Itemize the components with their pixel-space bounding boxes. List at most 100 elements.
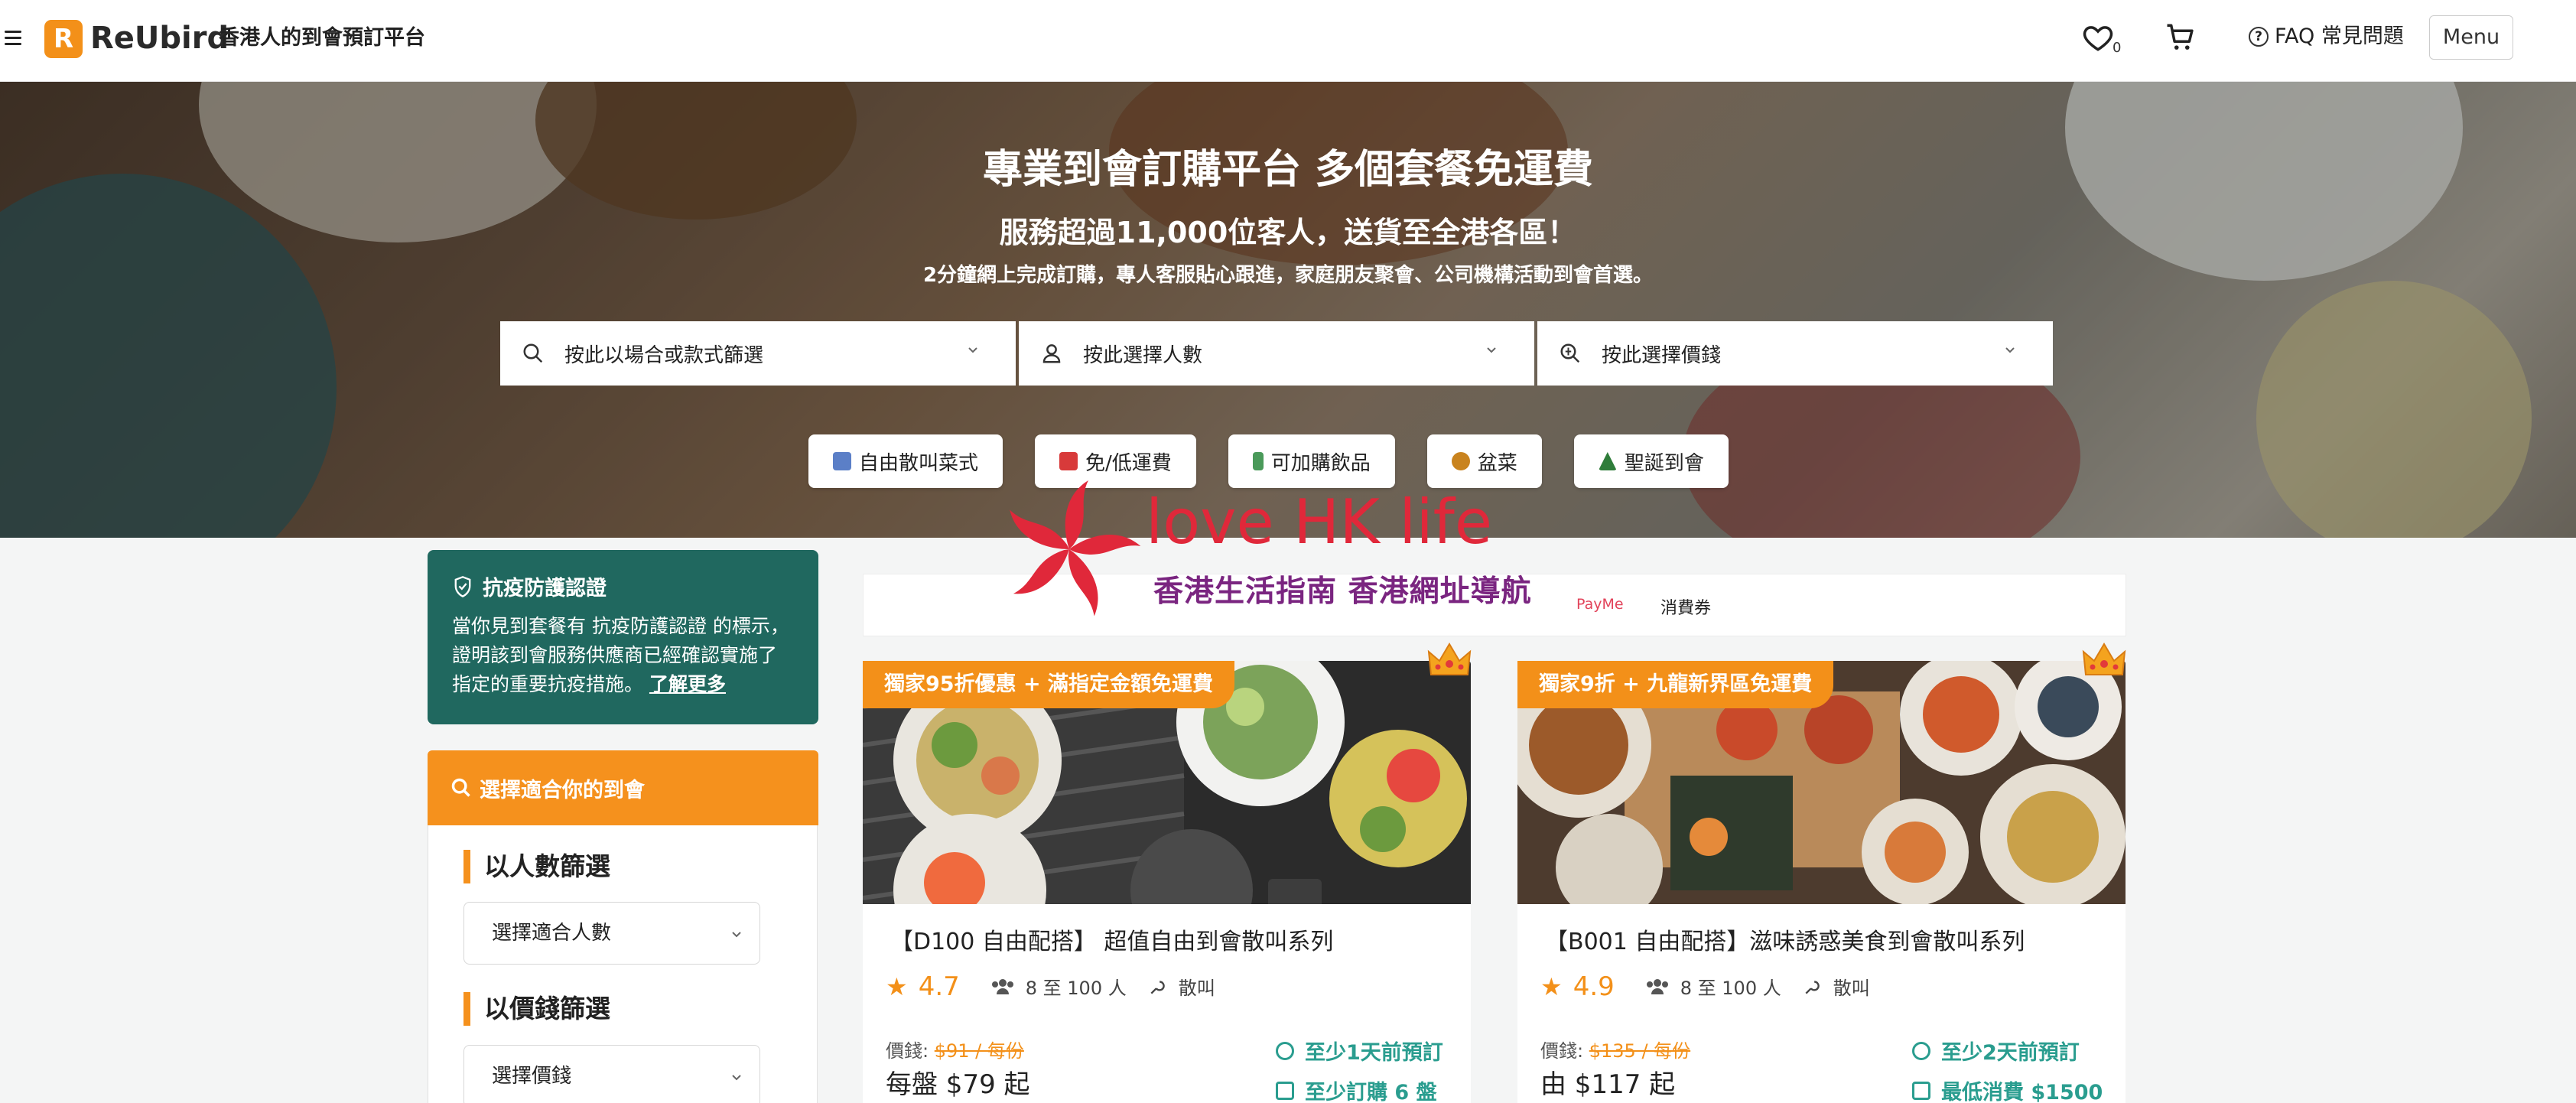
watermark-subtitle: 香港生活指南 香港網址導航 [1153, 574, 1532, 609]
chip-label: 免/低運費 [1085, 451, 1172, 475]
tree-icon [1598, 452, 1617, 470]
finder-title: 選擇適合你的到會 [480, 778, 645, 802]
logo-icon[interactable]: R [44, 20, 83, 58]
product-style: 散叫 [1178, 978, 1215, 999]
heart-icon[interactable] [2082, 21, 2114, 54]
crown-icon [1427, 643, 1472, 675]
shield-check-icon [454, 575, 471, 597]
price-select[interactable]: 選擇價錢 [463, 1045, 760, 1103]
price-section-title: 以價錢篩選 [463, 992, 610, 1026]
people-filter-dropdown[interactable]: 按此選擇人數 [1019, 321, 1534, 386]
clock-icon [1276, 1041, 1294, 1060]
product-people: 8 至 100 人 [1025, 978, 1127, 999]
watermark-title: love HK life [1146, 486, 1493, 558]
truck-icon [1059, 452, 1078, 470]
product-people: 8 至 100 人 [1680, 978, 1781, 999]
lead-time-text: 至少2天前預訂 [1941, 1041, 2080, 1065]
lead-time-info: 至少2天前預訂 [1912, 1036, 2080, 1066]
lead-time-info: 至少1天前預訂 [1276, 1036, 1443, 1066]
occasion-filter-label: 按此以場合或款式篩選 [564, 343, 764, 367]
voucher-label: 消費券 [1660, 599, 1712, 618]
people-filter-label: 按此選擇人數 [1083, 343, 1203, 367]
clock-icon [1912, 1041, 1930, 1060]
search-filter-bar: 按此以場合或款式篩選 按此選擇人數 按此選擇價錢 [500, 321, 2053, 386]
product-title[interactable]: 【D100 自由配搭】 超值自由到會散叫系列 [890, 926, 1333, 959]
price-label-text: 價錢: [886, 1040, 929, 1062]
price-search-icon [1560, 343, 1580, 363]
catering-finder-panel: 選擇適合你的到會 以人數篩選 選擇適合人數 以價錢篩選 選擇價錢 [428, 750, 818, 1103]
hero-description: 2分鐘網上完成訂購，專人客服貼心跟進，家庭朋友聚會、公司機構活動到會首選。 [922, 264, 1654, 287]
product-style: 散叫 [1833, 978, 1870, 999]
style-tag-icon [1150, 980, 1165, 994]
cart-icon[interactable] [2165, 21, 2197, 54]
wishlist-count: 0 [2113, 40, 2122, 56]
hero-banner: 專業到會訂購平台 多個套餐免運費 服務超過11,000位客人，送貨至全港各區！ … [0, 82, 2576, 538]
top-navbar: R ReUbird 香港人的到會預訂平台 0 ? FAQ 常見問題 Menu [0, 0, 2576, 82]
style-tag-icon [1805, 980, 1820, 994]
price-label-text: 價錢: [1540, 1040, 1584, 1062]
chip-label: 可加購飲品 [1270, 451, 1371, 475]
chevron-down-icon [1487, 347, 1496, 353]
site-tagline: 香港人的到會預訂平台 [219, 26, 425, 50]
covid-certification-card: 抗疫防護認證 當你見到套餐有 抗疫防護認證 的標示，證明該到會服務供應商已經確認… [428, 550, 818, 724]
promo-badge: 獨家95折優惠 + 滿指定金額免運費 [863, 661, 1234, 708]
drink-icon [1252, 452, 1264, 470]
product-card[interactable]: 獨家95折優惠 + 滿指定金額免運費 【D100 自由配搭】 超值自由到會散叫系… [863, 643, 1472, 1103]
min-order-text: 至少訂購 6 盤 [1305, 1081, 1437, 1103]
pot-icon [1451, 452, 1470, 470]
people-icon [1646, 978, 1668, 994]
logo-text[interactable]: ReUbird [90, 18, 229, 58]
search-icon [451, 778, 470, 797]
learn-more-link[interactable]: 了解更多 [649, 673, 726, 695]
price-filter-label: 按此選擇價錢 [1602, 343, 1722, 367]
product-meta: ★ 4.7 8 至 100 人 散叫 [886, 973, 1215, 1000]
price-select-value: 選擇價錢 [492, 1065, 572, 1088]
menu-button[interactable]: Menu [2429, 15, 2513, 60]
chevron-down-icon [732, 932, 741, 938]
star-icon: ★ [886, 971, 908, 1001]
faq-label: FAQ 常見問題 [2275, 24, 2404, 48]
hero-title: 專業到會訂購平台 多個套餐免運費 [982, 147, 1594, 193]
star-icon: ★ [1540, 971, 1563, 1001]
person-icon [1042, 344, 1061, 363]
people-icon [991, 978, 1013, 994]
chevron-down-icon [2005, 347, 2015, 353]
chip-label: 盆菜 [1477, 451, 1517, 475]
promo-badge: 獨家9折 + 九龍新界區免運費 [1517, 661, 1834, 708]
people-select-value: 選擇適合人數 [492, 922, 612, 945]
product-meta: ★ 4.9 8 至 100 人 散叫 [1540, 973, 1870, 1000]
hamburger-menu-icon[interactable] [5, 31, 21, 47]
product-title[interactable]: 【B001 自由配搭】滋味誘惑美食到會散叫系列 [1545, 926, 2025, 959]
chip-free-order[interactable]: 自由散叫菜式 [808, 434, 1003, 488]
tag-icon [1276, 1081, 1294, 1100]
original-price: $91 / 每份 [934, 1040, 1024, 1062]
tag-icon [1912, 1081, 1930, 1100]
bauhinia-logo-icon [1010, 480, 1141, 617]
search-icon [523, 343, 543, 363]
chevron-down-icon [968, 347, 977, 353]
price-label: 價錢: $135 / 每份 [1540, 1036, 1690, 1062]
lead-time-text: 至少1天前預訂 [1305, 1041, 1443, 1065]
people-section-title: 以人數篩選 [463, 850, 610, 883]
chevron-down-icon [732, 1075, 741, 1081]
occasion-filter-dropdown[interactable]: 按此以場合或款式篩選 [500, 321, 1016, 386]
free-icon [833, 452, 851, 470]
product-price: 由 $117 起 [1540, 1069, 1676, 1100]
original-price: $135 / 每份 [1589, 1040, 1691, 1062]
chip-label: 聖誕到會 [1624, 451, 1704, 475]
crown-icon [2082, 643, 2126, 675]
love-hk-life-watermark: love HK life 香港生活指南 香港網址導航 [993, 473, 1605, 626]
min-spend-info: 最低消費 $1500 [1912, 1075, 2103, 1103]
chip-label: 自由散叫菜式 [859, 451, 979, 475]
finder-header: 選擇適合你的到會 [428, 750, 818, 825]
question-icon: ? [2249, 27, 2269, 47]
people-select[interactable]: 選擇適合人數 [463, 902, 760, 965]
product-rating: 4.9 [1573, 971, 1615, 1002]
price-filter-dropdown[interactable]: 按此選擇價錢 [1537, 321, 2053, 386]
product-rating: 4.7 [918, 971, 960, 1002]
finder-body: 以人數篩選 選擇適合人數 以價錢篩選 選擇價錢 [428, 825, 818, 1103]
faq-link[interactable]: ? FAQ 常見問題 [2249, 23, 2404, 50]
min-order-info: 至少訂購 6 盤 [1276, 1075, 1437, 1103]
hero-subtitle: 服務超過11,000位客人，送貨至全港各區！ [999, 216, 1577, 249]
product-card[interactable]: 獨家9折 + 九龍新界區免運費 【B001 自由配搭】滋味誘惑美食到會散叫系列 … [1517, 643, 2126, 1103]
